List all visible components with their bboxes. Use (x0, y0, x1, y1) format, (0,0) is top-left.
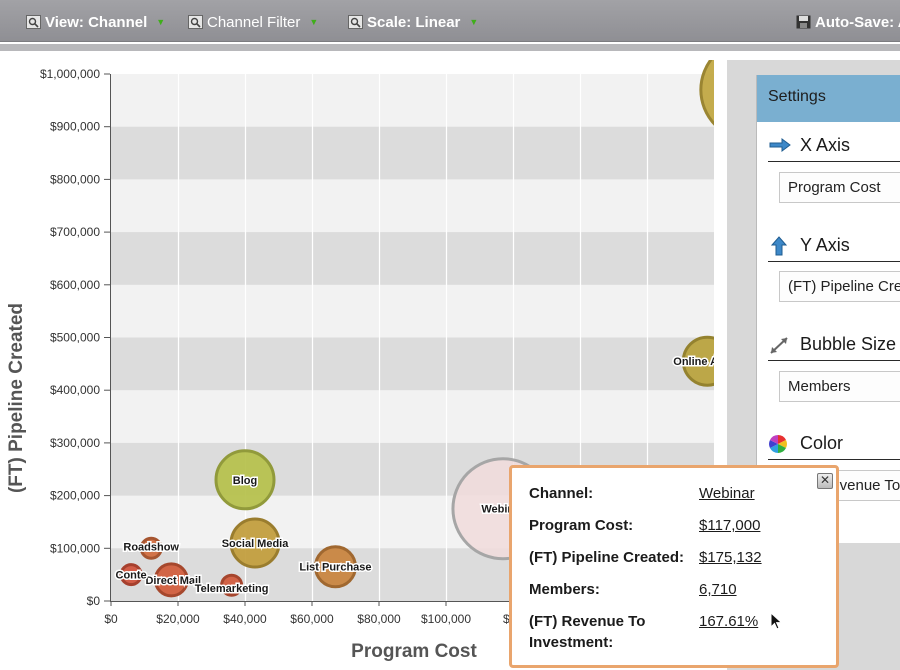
color-setting-label: Color (768, 433, 843, 454)
bubble-label: List Purchase (299, 562, 371, 574)
grid-band (111, 337, 714, 391)
arrow-right-icon (769, 137, 791, 152)
view-label: View: Channel (45, 13, 148, 31)
tooltip-channel-label: Channel: (529, 485, 594, 502)
magnifier-icon (348, 15, 363, 29)
grid-band (111, 232, 714, 285)
channel-filter-menu[interactable]: Channel Filter ▼ (188, 12, 318, 32)
bubble-label: Direct Mail (145, 575, 201, 587)
tooltip-channel-link[interactable]: Webinar (699, 485, 755, 502)
scale-menu[interactable]: Scale: Linear ▼ (348, 12, 478, 32)
y-axis-title: (FT) Pipeline Created (6, 303, 27, 493)
y-tick-label: $100,000 (50, 541, 100, 555)
bubble-label: Blog (233, 475, 257, 487)
x-tick-label: $80,000 (357, 612, 401, 626)
y-tick-label: $900,000 (50, 120, 100, 134)
y-axis-select[interactable]: (FT) Pipeline Cre (779, 271, 900, 302)
y-tick-label: $700,000 (50, 225, 100, 239)
y-tick-label: $600,000 (50, 278, 100, 292)
x-tick-label: $40,000 (223, 612, 267, 626)
y-tick-label: $200,000 (50, 489, 100, 503)
dropdown-arrow-icon: ▼ (469, 17, 479, 27)
x-tick-label: $100,000 (421, 612, 471, 626)
dropdown-arrow-icon: ▼ (156, 17, 166, 27)
tooltip-members-label: Members: (529, 581, 600, 598)
color-wheel-icon (769, 434, 787, 453)
autosave-toggle[interactable]: Auto-Save: A (796, 12, 900, 32)
bubble-tooltip: ✕ Channel: Webinar Program Cost: $117,00… (509, 465, 839, 668)
bubble-label: Social Media (222, 538, 290, 550)
grid-band (111, 126, 714, 180)
save-disk-icon (796, 15, 811, 29)
channel-filter-label: Channel Filter (207, 13, 301, 31)
bubble-size-label-text: Bubble Size (800, 334, 897, 354)
y-tick-label: $0 (87, 594, 101, 608)
x-tick-label: $0 (104, 612, 118, 626)
arrow-up-icon (770, 235, 788, 255)
mouse-cursor-icon (770, 612, 783, 630)
bubble-label: Telemarketing (195, 583, 269, 595)
settings-title: Settings (757, 75, 900, 122)
x-axis-title: Program Cost (351, 641, 477, 662)
bubble-label: Conte (116, 570, 147, 582)
tooltip-roi-label: (FT) Revenue To (529, 613, 646, 630)
close-icon[interactable]: ✕ (817, 473, 833, 489)
y-tick-label: $300,000 (50, 436, 100, 450)
dropdown-arrow-icon: ▼ (309, 17, 319, 27)
tooltip-cost-label: Program Cost: (529, 517, 634, 534)
tooltip-roi-label-2: Investment: (529, 634, 614, 651)
scale-label: Scale: Linear (367, 13, 461, 31)
y-tick-label: $500,000 (50, 331, 100, 345)
x-axis-select[interactable]: Program Cost (779, 172, 900, 203)
x-tick-label: $60,000 (290, 612, 334, 626)
tooltip-pipeline-link[interactable]: $175,132 (699, 549, 762, 566)
bubble-label: Roadshow (123, 541, 179, 553)
y-tick-label: $1,000,000 (40, 67, 100, 81)
tooltip-members-link[interactable]: 6,710 (699, 581, 737, 598)
y-axis-label-text: Y Axis (800, 235, 850, 255)
tooltip-roi-link[interactable]: 167.61% (699, 613, 758, 630)
y-axis-setting-label: Y Axis (768, 235, 850, 256)
x-tick-label: $20,000 (156, 612, 200, 626)
divider (768, 161, 900, 162)
bubble-size-select[interactable]: Members (779, 371, 900, 402)
magnifier-icon (188, 15, 203, 29)
color-label-text: Color (800, 433, 844, 453)
divider (768, 360, 900, 361)
resize-arrows-icon (770, 336, 788, 354)
bubble-size-setting-label: Bubble Size (768, 334, 896, 355)
tooltip-pipeline-label: (FT) Pipeline Created: (529, 549, 685, 566)
tooltip-cost-link[interactable]: $117,000 (699, 517, 760, 534)
x-axis-setting-label: X Axis (768, 135, 850, 156)
toolbar: View: Channel ▼ Channel Filter ▼ Scale: … (0, 0, 900, 42)
x-axis-label-text: X Axis (800, 135, 851, 155)
view-menu[interactable]: View: Channel ▼ (26, 12, 165, 32)
autosave-label: Auto-Save: A (815, 13, 900, 31)
divider (768, 261, 900, 262)
y-tick-label: $800,000 (50, 172, 100, 186)
magnifier-icon (26, 15, 41, 29)
divider (768, 459, 900, 460)
y-tick-label: $400,000 (50, 383, 100, 397)
